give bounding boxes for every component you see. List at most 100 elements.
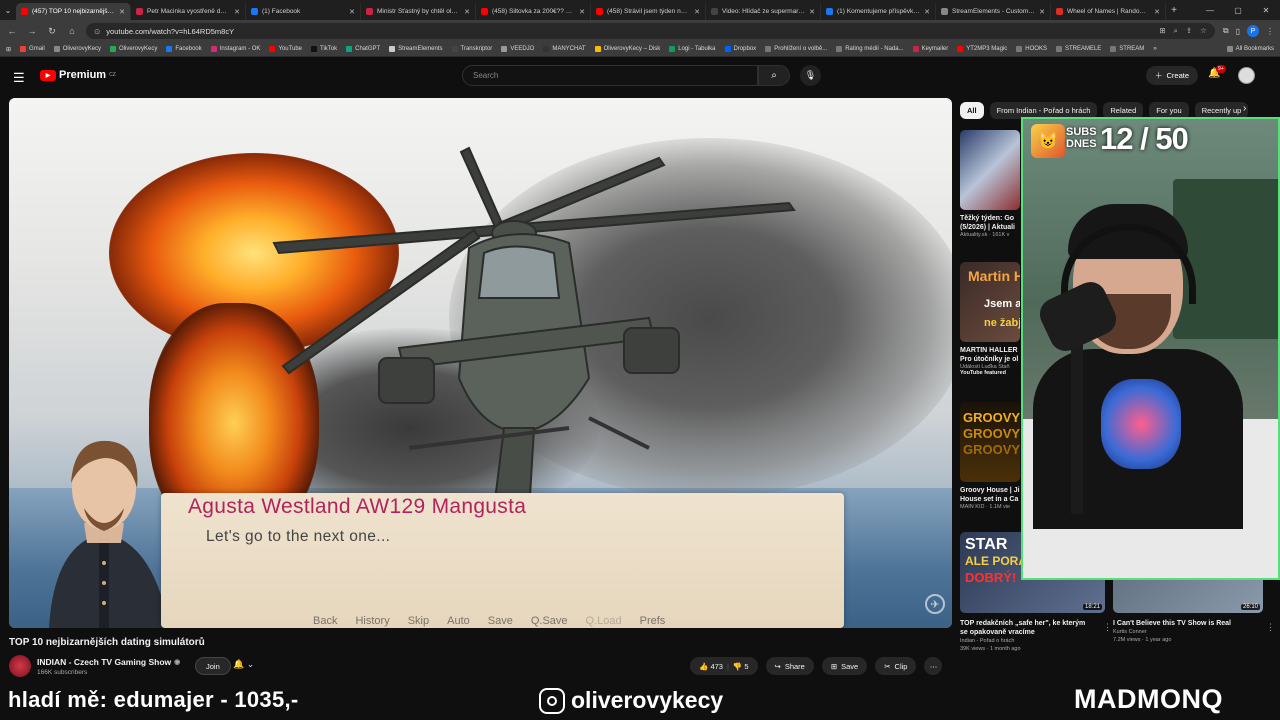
tab-close-icon[interactable]: ✕ [809, 8, 815, 16]
share-icon[interactable]: ⇪ [1186, 26, 1192, 36]
bookmark-item[interactable]: Logi - Tabulka [669, 46, 716, 52]
back-icon[interactable]: ← [6, 26, 18, 36]
bookmark-item[interactable]: VEEDJO [501, 46, 534, 52]
bookmark-item[interactable]: STREAMELE [1055, 46, 1101, 52]
recommended-item[interactable]: GROOVY GROOVY GROOVY Groovy House | Ji H… [960, 402, 1020, 510]
tab-close-icon[interactable]: ✕ [464, 8, 470, 16]
subscription-bell-icon[interactable]: 🔔 ⌄ [233, 659, 254, 670]
create-button[interactable]: ＋ Create [1146, 66, 1199, 85]
tab-close-icon[interactable]: ✕ [924, 8, 930, 16]
tab-close-icon[interactable]: ✕ [1154, 8, 1160, 16]
save-button[interactable]: ⊞ Save [821, 657, 868, 675]
card-more-icon-2[interactable]: ⋮ [1266, 622, 1275, 633]
browser-tab[interactable]: (457) TOP 10 nejbizarnějších ✕ [16, 3, 131, 20]
voice-search-button[interactable]: 🎙 [800, 65, 821, 86]
zoom-icon[interactable]: ⌕ [1174, 26, 1178, 36]
channel-watermark-icon[interactable]: ✈ [925, 594, 945, 614]
bookmark-item[interactable]: Facebook [166, 46, 202, 52]
home-icon[interactable]: ⌂ [66, 26, 78, 36]
bookmark-item[interactable]: YT2MP3 Magic [957, 46, 1007, 52]
quick-menu-item[interactable]: Q.Save [531, 615, 568, 627]
chips-next-icon[interactable]: › [1243, 103, 1246, 114]
new-tab-button[interactable]: + [1166, 5, 1182, 16]
profile-avatar[interactable]: P [1247, 25, 1259, 37]
bookmark-item[interactable]: ChatGPT [346, 46, 380, 52]
minimize-icon[interactable]: — [1196, 6, 1224, 15]
quick-menu-item[interactable]: Back [313, 615, 337, 627]
clip-button[interactable]: ✂ Clip [875, 657, 917, 675]
forward-icon[interactable]: → [26, 26, 38, 36]
recommended-item[interactable]: Martin Hal Jsem ajťák ne žabják MARTIN H… [960, 262, 1020, 376]
channel-avatar[interactable] [9, 655, 31, 677]
all-bookmarks-button[interactable]: All Bookmarks [1226, 46, 1274, 52]
browser-tab[interactable]: (458) Strávil jsem týden na Uk ✕ [591, 3, 706, 20]
quick-menu-item[interactable]: Skip [408, 615, 429, 627]
bookmark-star-icon[interactable]: ☆ [1200, 26, 1207, 36]
youtube-logo[interactable]: ▶ Premium CZ [40, 69, 116, 81]
bookmark-item[interactable]: HOOKS [1016, 46, 1047, 52]
maximize-icon[interactable]: ▢ [1224, 6, 1252, 15]
bookmark-item[interactable]: STREAM [1110, 46, 1144, 52]
channel-name[interactable]: INDIAN - Czech TV Gaming Show ◉ [37, 657, 180, 667]
apps-icon[interactable]: ⊞ [6, 46, 11, 53]
browser-tab[interactable]: Ministr Šťastný by chtěl olymp ✕ [361, 3, 476, 20]
sidepanel-icon[interactable]: ▯ [1236, 27, 1240, 36]
bookmark-item[interactable]: OliverovyKecy [53, 46, 101, 52]
address-bar[interactable]: ⊙ youtube.com/watch?v=hL64RD5m8cY ⊞ ⌕ ⇪ … [86, 23, 1215, 39]
recommended-card[interactable]: 26:10 I Can't Believe this TV Show is Re… [1113, 532, 1263, 644]
tab-close-icon[interactable]: ✕ [349, 8, 355, 16]
dislike-button[interactable]: 👎 5 [733, 662, 749, 671]
video-thumbnail[interactable] [960, 130, 1020, 210]
hamburger-menu-icon[interactable]: ☰ [13, 70, 25, 86]
bookmark-item[interactable]: Rating médií - Nada... [836, 46, 904, 52]
tab-close-icon[interactable]: ✕ [694, 8, 700, 16]
filter-chip[interactable]: All [960, 102, 984, 119]
video-thumbnail[interactable]: Martin Hal Jsem ajťák ne žabják [960, 262, 1020, 342]
bookmark-item[interactable]: Keymailer [912, 46, 948, 52]
bookmark-item[interactable]: Transkriptor [451, 46, 492, 52]
browser-tab[interactable]: (1) Facebook ✕ [246, 3, 361, 20]
search-input[interactable]: Search [462, 65, 758, 86]
browser-tab[interactable]: (458) Šiltovka za 200€?? ● Cl ✕ [476, 3, 591, 20]
bookmark-item[interactable]: Prohlížení o volbě... [765, 46, 827, 52]
bookmarks-overflow-icon[interactable]: » [1153, 46, 1156, 52]
join-button[interactable]: Join [195, 657, 231, 675]
browser-tab[interactable]: Petr Macinka vyostřeně debat ✕ [131, 3, 246, 20]
reload-icon[interactable]: ↻ [46, 26, 58, 37]
close-window-icon[interactable]: ✕ [1252, 6, 1280, 15]
bookmark-item[interactable]: MANYCHAT [543, 46, 586, 52]
share-button[interactable]: ↪ Share [765, 657, 814, 675]
card-more-icon[interactable]: ⋮ [1103, 622, 1112, 633]
video-player[interactable]: Agusta Westland AW129 Mangusta Let's go … [9, 98, 952, 628]
bookmark-item[interactable]: StreamElements [389, 46, 443, 52]
tab-close-icon[interactable]: ✕ [119, 8, 125, 16]
quick-menu-item[interactable]: History [355, 615, 389, 627]
quick-menu-item[interactable]: Q.Load [586, 615, 622, 627]
more-actions-icon[interactable]: ⋯ [924, 657, 943, 675]
site-info-icon[interactable]: ⊙ [94, 27, 100, 36]
recommended-item[interactable]: Těžký týden: Go (5/2026) | Aktuali Aktua… [960, 130, 1020, 238]
extensions-icon[interactable]: ⧉ [1223, 26, 1229, 36]
tab-close-icon[interactable]: ✕ [1039, 8, 1045, 16]
bookmark-item[interactable]: YouTube [269, 46, 302, 52]
browser-tab[interactable]: (1) Komentujeme příspěvky d ✕ [821, 3, 936, 20]
bookmark-item[interactable]: Gmail [20, 46, 45, 52]
menu-icon[interactable]: ⋮ [1266, 27, 1274, 36]
tab-search-icon[interactable]: ⌄ [0, 6, 16, 15]
quick-menu-item[interactable]: Save [488, 615, 513, 627]
bookmark-item[interactable]: OliverovyKecy – Disk [594, 46, 660, 52]
quick-menu-item[interactable]: Auto [447, 615, 470, 627]
quick-menu-item[interactable]: Prefs [640, 615, 666, 627]
browser-tab[interactable]: Video: Hlídač ze supermarket ✕ [706, 3, 821, 20]
video-thumbnail[interactable]: GROOVY GROOVY GROOVY [960, 402, 1020, 482]
bookmark-item[interactable]: OliverovyKecy [110, 46, 157, 52]
recommended-card[interactable]: STAR ALE PORÁ DOBRÝ! 18:21 TOP redakčníc… [960, 532, 1105, 653]
browser-tab[interactable]: StreamElements - Custom co ✕ [936, 3, 1051, 20]
bookmark-item[interactable]: Dropbox [724, 46, 756, 52]
bookmark-item[interactable]: TikTok [311, 46, 337, 52]
tab-close-icon[interactable]: ✕ [579, 8, 585, 16]
browser-tab[interactable]: Wheel of Names | Random na ✕ [1051, 3, 1166, 20]
search-button[interactable]: ⌕ [758, 65, 790, 86]
like-button[interactable]: 👍 473 [699, 662, 723, 671]
tab-close-icon[interactable]: ✕ [234, 8, 240, 16]
